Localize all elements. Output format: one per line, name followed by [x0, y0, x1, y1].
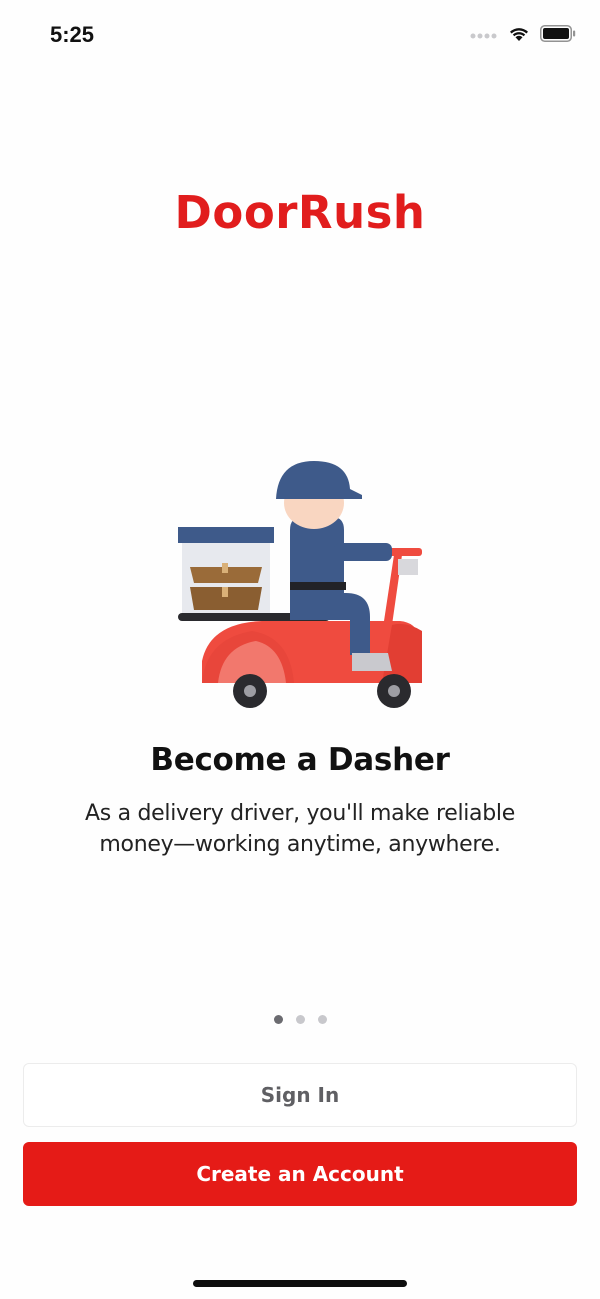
onboarding-screen: 5:25 DoorRush Become a Dasher As a deliv…	[0, 0, 600, 1299]
onboarding-description: As a delivery driver, you'll make reliab…	[85, 801, 515, 857]
page-dot-1[interactable]	[273, 1015, 283, 1024]
home-indicator[interactable]	[193, 1280, 407, 1287]
sign-in-button[interactable]: Sign In	[23, 1063, 577, 1127]
battery-icon	[540, 25, 576, 47]
onboarding-title: Become a Dasher	[150, 742, 450, 778]
wifi-icon	[508, 26, 530, 47]
status-time: 5:25	[50, 22, 95, 47]
brand-logo: DoorRush	[174, 186, 426, 239]
page-dot-2[interactable]	[295, 1015, 305, 1024]
status-icons	[470, 25, 576, 47]
page-indicator[interactable]	[0, 1015, 600, 1024]
page-dot-3[interactable]	[317, 1015, 327, 1024]
status-bar: 5:25	[0, 0, 600, 70]
create-account-button[interactable]: Create an Account	[23, 1142, 577, 1206]
delivery-scooter-illustration	[170, 455, 430, 710]
cellular-dots-icon	[470, 27, 498, 45]
